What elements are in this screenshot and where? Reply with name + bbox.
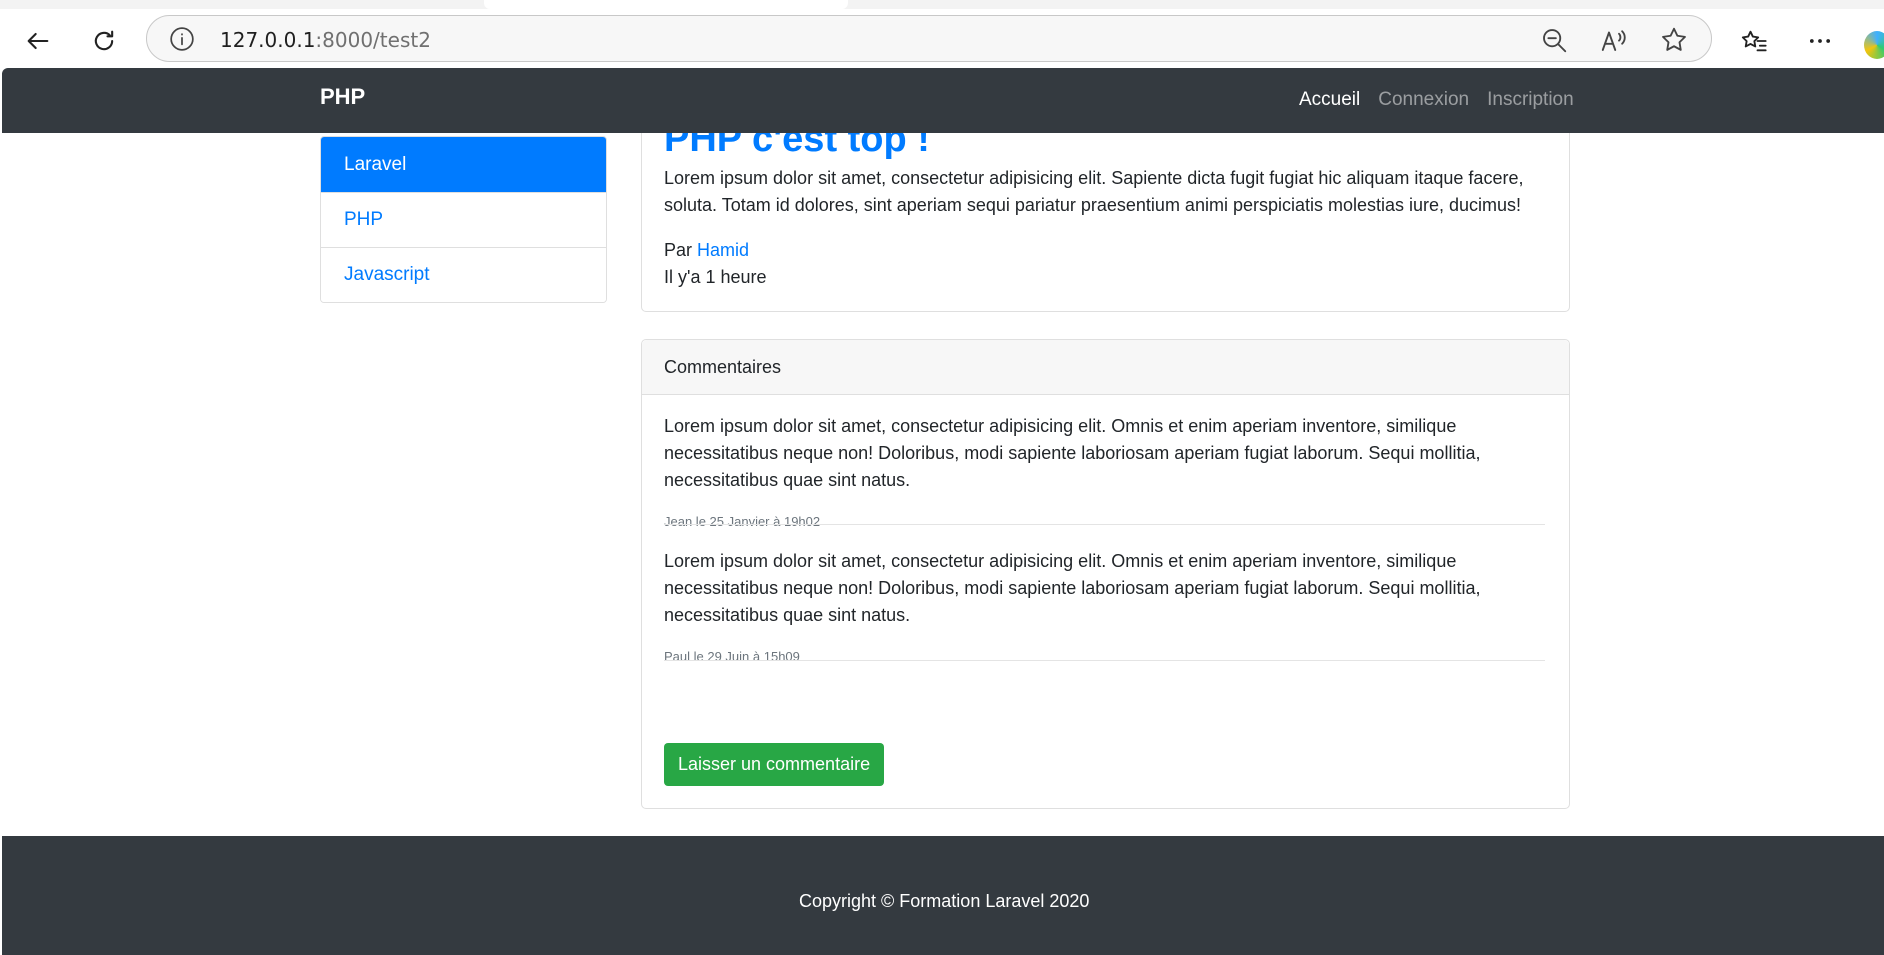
- comment-divider: [664, 660, 1545, 661]
- post-time: Il y'a 1 heure: [664, 267, 767, 287]
- navbar-links: Accueil Connexion Inscription: [1299, 89, 1574, 111]
- reload-icon[interactable]: [84, 21, 124, 61]
- comment-item: Lorem ipsum dolor sit amet, consectetur …: [664, 413, 1545, 529]
- zoom-out-icon[interactable]: [1539, 25, 1569, 55]
- comment-meta: Paul le 29 Juin à 15h09: [664, 649, 800, 664]
- comment-meta: Jean le 25 Janvier à 19h02: [664, 514, 821, 529]
- category-list: Laravel PHP Javascript: [320, 136, 607, 303]
- leave-comment-button[interactable]: Laisser un commentaire: [664, 743, 885, 786]
- url-host: 127.0.0.1: [220, 28, 316, 52]
- back-arrow-icon[interactable]: [18, 21, 58, 61]
- navbar-brand[interactable]: PHP: [320, 84, 365, 110]
- post-body: Lorem ipsum dolor sit amet, consectetur …: [664, 168, 1524, 215]
- footer-copyright: Copyright © Formation Laravel 2020: [799, 891, 1090, 911]
- author-prefix: Par: [664, 240, 693, 260]
- more-icon[interactable]: [1800, 21, 1840, 61]
- url-text[interactable]: 127.0.0.1:8000/test2: [220, 28, 431, 52]
- comment-text: Lorem ipsum dolor sit amet, consectetur …: [664, 551, 1481, 625]
- author-link[interactable]: Hamid: [697, 240, 749, 260]
- post-title: PHP c'est top !: [664, 133, 930, 160]
- favorite-star-icon[interactable]: [1659, 25, 1689, 55]
- address-bar[interactable]: 127.0.0.1:8000/test2: [146, 15, 1712, 62]
- nav-link-inscription[interactable]: Inscription: [1487, 89, 1574, 111]
- comment-item: Lorem ipsum dolor sit amet, consectetur …: [664, 548, 1545, 664]
- category-item-javascript[interactable]: Javascript: [321, 247, 606, 302]
- main-content: Laravel PHP Javascript PHP c'est top ! L…: [0, 133, 1884, 836]
- read-aloud-icon[interactable]: [1599, 25, 1629, 55]
- category-item-laravel[interactable]: Laravel: [321, 137, 606, 192]
- comment-text: Lorem ipsum dolor sit amet, consectetur …: [664, 416, 1481, 490]
- browser-tabstrip: [0, 0, 1884, 9]
- copilot-icon[interactable]: [1864, 31, 1884, 59]
- nav-link-connexion[interactable]: Connexion: [1378, 89, 1469, 111]
- comments-card: Commentaires Lorem ipsum dolor sit amet,…: [641, 339, 1570, 809]
- browser-toolbar: 127.0.0.1:8000/test2: [0, 9, 1884, 69]
- browser-active-tab[interactable]: [484, 0, 848, 9]
- post-card: PHP c'est top ! Lorem ipsum dolor sit am…: [641, 133, 1570, 312]
- comment-divider: [664, 524, 1545, 525]
- site-navbar: PHP Accueil Connexion Inscription: [2, 68, 1884, 133]
- favorites-icon[interactable]: [1734, 21, 1774, 61]
- url-path: :8000/test2: [315, 28, 431, 52]
- comments-header: Commentaires: [642, 340, 1569, 395]
- category-item-php[interactable]: PHP: [321, 192, 606, 247]
- site-footer: Copyright © Formation Laravel 2020: [2, 836, 1884, 955]
- post-meta: Par Hamid Il y'a 1 heure: [664, 237, 767, 291]
- nav-link-accueil[interactable]: Accueil: [1299, 89, 1360, 111]
- site-info-icon[interactable]: [169, 26, 195, 52]
